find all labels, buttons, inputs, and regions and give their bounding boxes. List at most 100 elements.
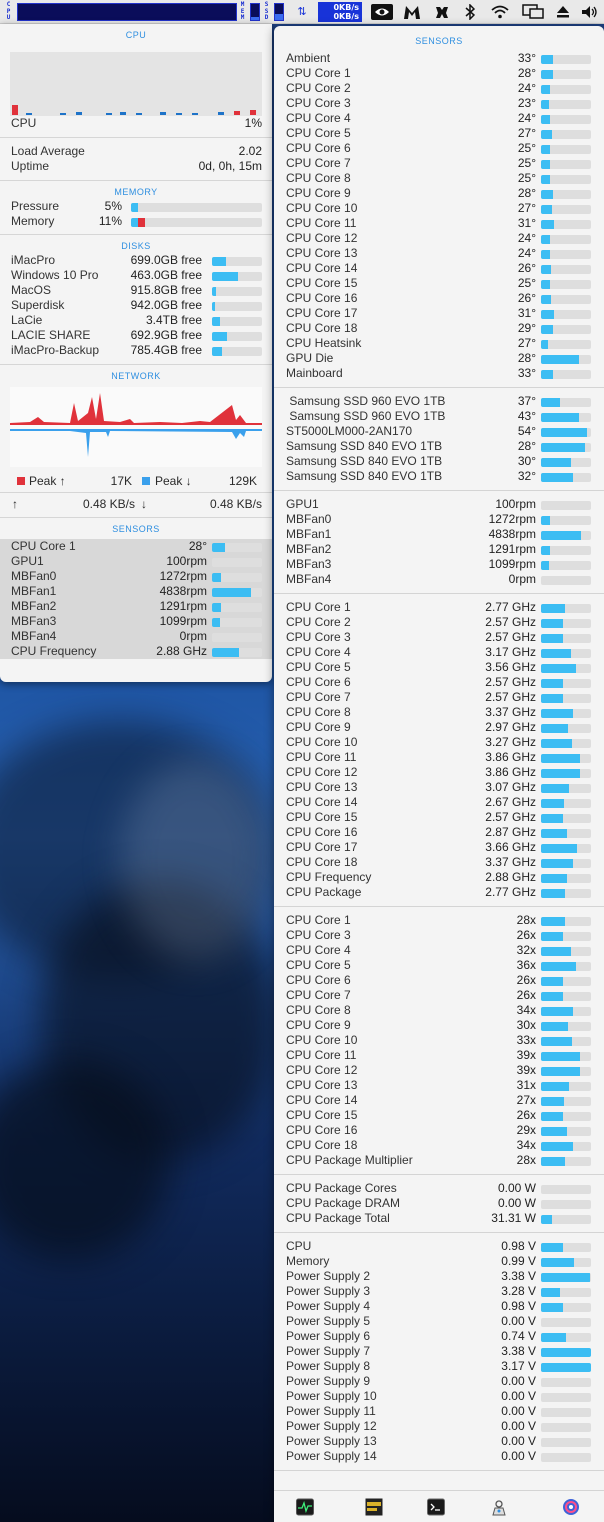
sensor-detail-row-bar <box>541 1200 591 1209</box>
eject-icon[interactable] <box>552 0 574 24</box>
sensor-detail-row: CPU Core 4 24° <box>274 111 604 126</box>
sensor-detail-row-bar <box>541 280 591 289</box>
menubar-net-up: 0KB/s <box>333 3 359 12</box>
istat-menus-icon[interactable] <box>562 1498 580 1516</box>
sensor-detail-row-label: CPU Core 1 <box>286 66 351 80</box>
sensor-detail-row-bar <box>541 1112 591 1121</box>
sensor-detail-row-label: CPU Core 2 <box>286 615 351 629</box>
sensor-detail-row-bar <box>541 576 591 585</box>
cpu-usage-row: CPU 1% <box>0 116 272 131</box>
sensor-detail-row-bar-fill <box>541 814 563 823</box>
sensor-detail-row: CPU Core 17 3.66 GHz <box>274 840 604 855</box>
sensor-detail-row-label: CPU Core 4 <box>286 943 351 957</box>
sensor-detail-row-bar-fill <box>541 473 573 482</box>
sensor-row-label: MBFan1 <box>11 584 57 598</box>
peak-down-swatch <box>142 477 150 485</box>
sensor-detail-row-bar-fill <box>541 115 550 124</box>
sensor-detail-row: CPU Core 8 34x <box>274 1003 604 1018</box>
menubar-mem-bar[interactable] <box>250 3 260 21</box>
sensor-row-label: GPU1 <box>11 554 44 568</box>
cpu-history-graph[interactable] <box>10 52 262 116</box>
sensor-detail-row: CPU Package DRAM 0.00 W <box>274 1196 604 1211</box>
volume-icon[interactable] <box>578 0 602 24</box>
sensor-detail-row: Ambient 33° <box>274 51 604 66</box>
sensor-detail-row: CPU Core 13 3.07 GHz <box>274 780 604 795</box>
sensor-detail-row: CPU Core 7 2.57 GHz <box>274 690 604 705</box>
sensor-detail-row-value: 3.27 GHz <box>485 735 536 749</box>
nvidia-icon[interactable] <box>368 0 396 24</box>
network-graph-svg <box>10 393 262 457</box>
sensor-detail-row-label: CPU Core 18 <box>286 1138 358 1152</box>
sensor-detail-row-value: 54° <box>517 424 536 438</box>
sensor-detail-row: Power Supply 2 3.38 V <box>274 1269 604 1284</box>
sensor-detail-row: Samsung SSD 840 EVO 1TB 30° <box>274 454 604 469</box>
sensor-detail-row-bar-fill <box>541 398 560 407</box>
cpu-usage-value: 1% <box>244 116 262 130</box>
activity-monitor-icon[interactable] <box>296 1498 314 1516</box>
system-info-icon[interactable] <box>490 1498 508 1516</box>
menubar-ssd-bar[interactable] <box>274 3 284 21</box>
network-history-graph[interactable] <box>10 387 262 467</box>
display-icon[interactable] <box>520 0 546 24</box>
cpu-history-sample <box>192 113 198 115</box>
sensor-detail-row-bar-fill <box>541 1067 580 1076</box>
sensor-detail-row-value: 0.00 V <box>501 1419 536 1433</box>
cpu-usage-label: CPU <box>11 116 37 130</box>
sensor-detail-row-bar-fill <box>541 679 563 688</box>
sensor-detail-row: Power Supply 8 3.17 V <box>274 1359 604 1374</box>
sensor-detail-row-label: Power Supply 2 <box>286 1269 371 1283</box>
sensor-detail-row-label: CPU Core 14 <box>286 1093 358 1107</box>
sensor-detail-row-value: 31.31 W <box>491 1211 536 1225</box>
sensor-detail-row-bar <box>541 115 591 124</box>
sensor-detail-row-label: CPU Core 3 <box>286 928 351 942</box>
sensor-detail-row: Power Supply 13 0.00 V <box>274 1434 604 1449</box>
game-controller-icon[interactable] <box>430 0 454 24</box>
sensor-detail-row-label: CPU Core 12 <box>286 765 358 779</box>
sensor-detail-row-value: 30x <box>516 1018 536 1032</box>
sensor-detail-row-bar <box>541 1215 591 1224</box>
sensor-detail-row-label: Power Supply 10 <box>286 1389 377 1403</box>
disk-row-bar <box>212 272 262 281</box>
sensor-detail-row-bar-fill <box>541 1097 564 1106</box>
wifi-icon[interactable] <box>488 0 512 24</box>
sensor-detail-row-value: 0.74 V <box>501 1329 536 1343</box>
sensor-row-value: 1099rpm <box>159 614 207 628</box>
sensor-detail-row-bar <box>541 340 591 349</box>
bluetooth-icon[interactable] <box>460 0 480 24</box>
memory-section-title: MEMORY <box>114 187 158 197</box>
sensor-row: CPU Core 1 28° <box>0 539 272 554</box>
sensor-groups: Ambient 33° CPU Core 1 28° CPU Core 2 24° CPU … <box>274 48 604 1471</box>
sensor-row-bar <box>212 618 262 627</box>
sensor-detail-row-value: 2.87 GHz <box>485 825 536 839</box>
upload-history-area <box>10 393 262 425</box>
sensor-detail-row-bar-fill <box>541 739 572 748</box>
sensor-detail-row-bar <box>541 235 591 244</box>
sensor-detail-row-bar-fill <box>541 932 563 941</box>
sensor-detail-row-bar <box>541 799 591 808</box>
sensor-detail-row-bar <box>541 917 591 926</box>
console-icon[interactable] <box>365 1498 383 1516</box>
sensor-detail-row-bar <box>541 1318 591 1327</box>
sensor-detail-row-label: Samsung SSD 840 EVO 1TB <box>286 469 443 483</box>
sensor-detail-row-bar-fill <box>541 145 550 154</box>
sensor-detail-row-label: Ambient <box>286 51 331 65</box>
sensor-detail-row-bar <box>541 1082 591 1091</box>
sensor-detail-row-value: 2.97 GHz <box>485 720 536 734</box>
uptime-row: Uptime 0d, 0h, 15m <box>0 159 272 174</box>
sensor-row-bar <box>212 648 262 657</box>
sensor-detail-row-value: 25° <box>517 156 536 170</box>
disk-row-label: LaCie <box>11 313 43 327</box>
sensor-detail-row: CPU Core 16 2.87 GHz <box>274 825 604 840</box>
disk-row: MacOS 915.8GB free <box>0 283 272 298</box>
sensor-detail-row-bar <box>541 634 591 643</box>
memory-row-value: 11% <box>98 214 122 228</box>
menubar-network-rates[interactable]: 0KB/s 0KB/s <box>318 2 362 22</box>
sensor-detail-row-bar-fill <box>541 992 563 1001</box>
sensor-detail-row-label: CPU Core 7 <box>286 988 351 1002</box>
menubar-cpu-graph[interactable] <box>17 3 237 21</box>
terminal-icon[interactable] <box>427 1498 445 1516</box>
sensor-detail-row-label: Power Supply 14 <box>286 1449 377 1463</box>
sensor-detail-row: Power Supply 5 0.00 V <box>274 1314 604 1329</box>
malwarebytes-icon[interactable] <box>400 0 424 24</box>
sensor-detail-row-label: MBFan3 <box>286 557 332 571</box>
